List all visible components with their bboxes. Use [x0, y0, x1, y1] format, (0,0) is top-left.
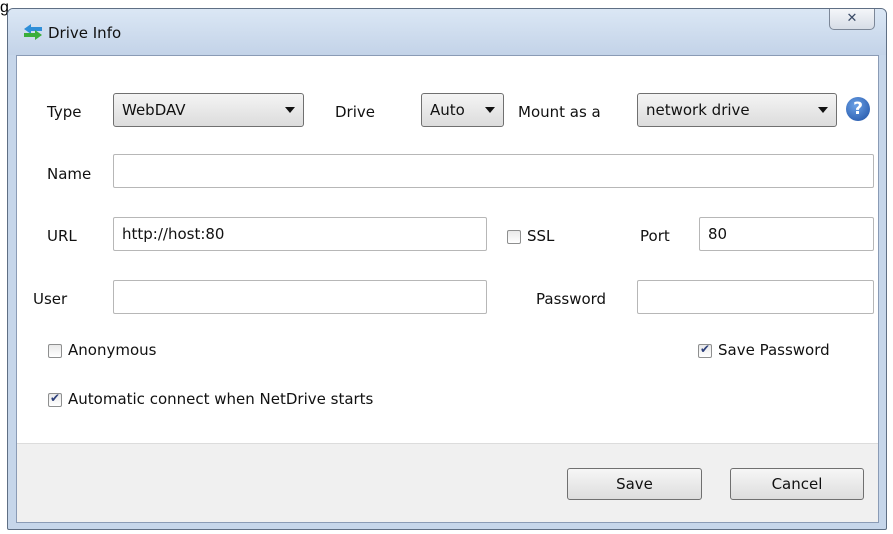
type-label: Type [47, 103, 82, 121]
type-select[interactable]: WebDAV [113, 93, 304, 127]
close-icon: ✕ [846, 11, 858, 26]
chevron-down-icon [285, 107, 295, 113]
auto-connect-checkbox[interactable] [48, 391, 62, 407]
title-bar[interactable]: Drive Info ✕ [8, 9, 886, 55]
save-password-checkbox[interactable] [698, 342, 712, 358]
cancel-button[interactable]: Cancel [730, 468, 864, 500]
anonymous-label: Anonymous [68, 341, 157, 359]
chevron-down-icon [818, 107, 828, 113]
mount-as-select[interactable]: network drive [637, 93, 837, 127]
button-bar: Save Cancel [17, 443, 878, 522]
name-input[interactable] [113, 154, 874, 188]
type-select-value: WebDAV [122, 101, 186, 119]
save-button[interactable]: Save [567, 468, 702, 500]
port-label: Port [640, 227, 670, 245]
drive-info-dialog: Drive Info ✕ Type WebDAV Drive Auto Moun… [7, 8, 887, 530]
anonymous-checkbox[interactable] [48, 344, 62, 358]
auto-connect-label: Automatic connect when NetDrive starts [68, 390, 374, 408]
drive-select[interactable]: Auto [421, 93, 504, 127]
window-title: Drive Info [48, 24, 122, 42]
url-label: URL [47, 227, 77, 245]
port-input[interactable]: 80 [699, 217, 874, 251]
ssl-checkbox[interactable] [507, 230, 521, 244]
name-label: Name [47, 165, 92, 183]
help-icon[interactable]: ? [846, 97, 870, 121]
ssl-label: SSL [527, 227, 555, 245]
save-password-label: Save Password [718, 341, 830, 359]
port-input-value: 80 [708, 225, 728, 243]
netdrive-arrows-icon [24, 24, 42, 40]
chevron-down-icon [485, 107, 495, 113]
mount-as-label: Mount as a [518, 103, 601, 121]
user-label: User [33, 290, 68, 308]
password-label: Password [536, 290, 607, 308]
drive-label: Drive [335, 103, 375, 121]
user-input[interactable] [113, 280, 487, 314]
password-input[interactable] [637, 280, 874, 314]
mount-as-select-value: network drive [646, 101, 750, 119]
close-button[interactable]: ✕ [829, 9, 875, 30]
url-input[interactable]: http://host:80 [113, 217, 487, 251]
drive-select-value: Auto [430, 101, 465, 119]
url-input-value: http://host:80 [122, 225, 225, 243]
dialog-body: Type WebDAV Drive Auto Mount as a networ… [16, 55, 879, 523]
